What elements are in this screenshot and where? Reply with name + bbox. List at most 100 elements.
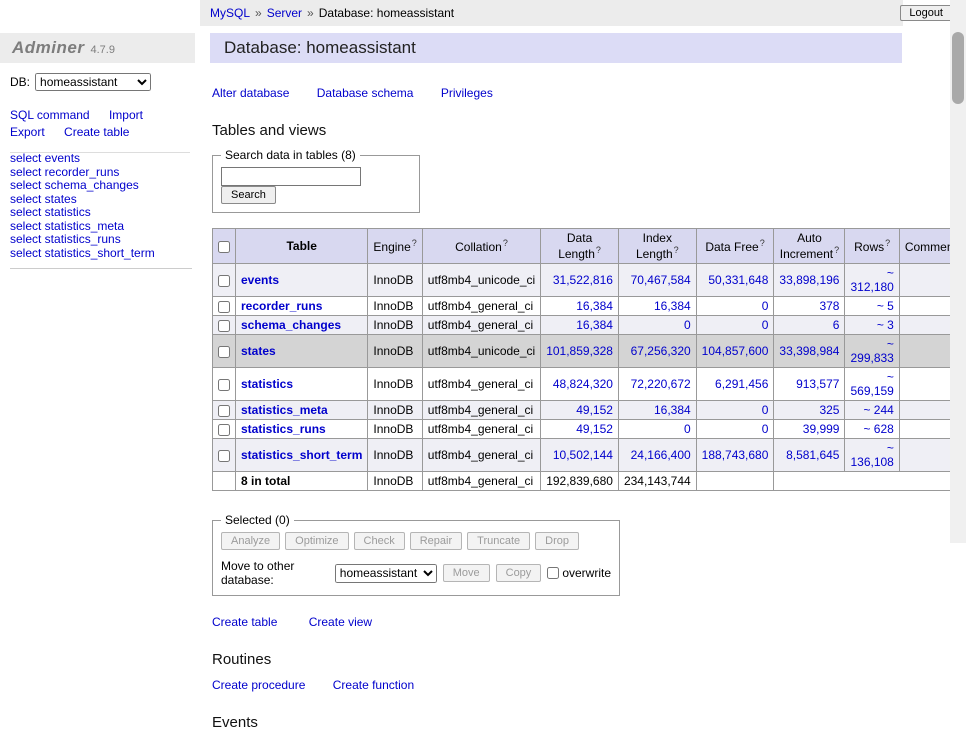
table-link[interactable]: states [241, 344, 276, 358]
data-length-link[interactable]: 31,522,816 [553, 273, 613, 287]
row-checkbox[interactable] [218, 405, 230, 417]
auto-increment-link[interactable]: 33,398,984 [779, 344, 839, 358]
sidebar-item-select-recorder-runs[interactable]: select recorder_runs [10, 166, 192, 179]
column-help-link[interactable]: ? [412, 238, 417, 248]
index-length-link[interactable]: 24,166,400 [631, 448, 691, 462]
sidebar-item-select-states[interactable]: select states [10, 193, 192, 206]
move-button[interactable]: Move [443, 564, 490, 582]
column-help-link[interactable]: ? [596, 245, 601, 255]
row-checkbox[interactable] [218, 424, 230, 436]
create-function-link[interactable]: Create function [333, 678, 414, 692]
index-length-link[interactable]: 70,467,584 [631, 273, 691, 287]
auto-increment-link[interactable]: 33,898,196 [779, 273, 839, 287]
column-help-link[interactable]: ? [503, 238, 508, 248]
search-button[interactable]: Search [221, 186, 276, 204]
vertical-scrollbar[interactable] [950, 0, 966, 543]
table-link[interactable]: schema_changes [241, 318, 341, 332]
data-free-link[interactable]: 0 [762, 403, 769, 417]
sidebar-item-select-events[interactable]: select events [10, 152, 192, 165]
breadcrumb-mysql-link[interactable]: MySQL [210, 6, 250, 20]
data-length-link[interactable]: 49,152 [576, 403, 613, 417]
data-free-link[interactable]: 104,857,600 [702, 344, 769, 358]
table-link[interactable]: statistics_short_term [241, 448, 362, 462]
logout-button[interactable]: Logout [900, 5, 952, 21]
select-all-checkbox[interactable] [218, 241, 230, 253]
move-database-select[interactable]: homeassistant [335, 564, 437, 583]
sidebar-item-select-statistics-short-term[interactable]: select statistics_short_term [10, 247, 192, 260]
auto-increment-link[interactable]: 378 [819, 299, 839, 313]
data-free-link[interactable]: 188,743,680 [702, 448, 769, 462]
data-length-link[interactable]: 10,502,144 [553, 448, 613, 462]
rows-link[interactable]: ~ 244 [863, 403, 893, 417]
privileges-link[interactable]: Privileges [441, 86, 493, 100]
auto-increment-link[interactable]: 6 [833, 318, 840, 332]
row-checkbox[interactable] [218, 379, 230, 391]
db-select[interactable]: homeassistant [35, 73, 151, 91]
check-button[interactable]: Check [354, 532, 405, 550]
sidebar-sql-command-link[interactable]: SQL command [10, 108, 90, 122]
database-schema-link[interactable]: Database schema [317, 86, 414, 100]
breadcrumb-server-link[interactable]: Server [267, 6, 302, 20]
sidebar-item-select-schema-changes[interactable]: select schema_changes [10, 179, 192, 192]
alter-database-link[interactable]: Alter database [212, 86, 289, 100]
index-length-link[interactable]: 0 [684, 318, 691, 332]
data-free-link[interactable]: 0 [762, 318, 769, 332]
rows-link[interactable]: ~ 628 [863, 422, 893, 436]
data-length-link[interactable]: 49,152 [576, 422, 613, 436]
sidebar-create-table-link[interactable]: Create table [64, 125, 129, 139]
column-help-link[interactable]: ? [674, 245, 679, 255]
index-length-link[interactable]: 67,256,320 [631, 344, 691, 358]
sidebar-import-link[interactable]: Import [109, 108, 143, 122]
auto-increment-link[interactable]: 913,577 [796, 377, 839, 391]
table-link[interactable]: events [241, 273, 279, 287]
repair-button[interactable]: Repair [410, 532, 462, 550]
data-length-link[interactable]: 48,824,320 [553, 377, 613, 391]
table-link[interactable]: statistics_runs [241, 422, 326, 436]
rows-link[interactable]: ~ 299,833 [850, 337, 893, 365]
data-free-link[interactable]: 0 [762, 422, 769, 436]
index-length-link[interactable]: 16,384 [654, 299, 691, 313]
data-free-link[interactable]: 0 [762, 299, 769, 313]
analyze-button[interactable]: Analyze [221, 532, 280, 550]
overwrite-checkbox[interactable] [547, 567, 559, 579]
auto-increment-link[interactable]: 39,999 [803, 422, 840, 436]
row-checkbox[interactable] [218, 301, 230, 313]
create-procedure-link[interactable]: Create procedure [212, 678, 305, 692]
rows-link[interactable]: ~ 3 [877, 318, 894, 332]
auto-increment-link[interactable]: 8,581,645 [786, 448, 839, 462]
sidebar-item-select-statistics-runs[interactable]: select statistics_runs [10, 233, 192, 246]
row-checkbox[interactable] [218, 320, 230, 332]
data-length-link[interactable]: 101,859,328 [546, 344, 613, 358]
drop-button[interactable]: Drop [535, 532, 579, 550]
create-view-link[interactable]: Create view [309, 615, 372, 629]
data-free-link[interactable]: 6,291,456 [715, 377, 768, 391]
column-help-link[interactable]: ? [834, 245, 839, 255]
table-link[interactable]: recorder_runs [241, 299, 322, 313]
data-length-link[interactable]: 16,384 [576, 318, 613, 332]
column-help-link[interactable]: ? [885, 238, 890, 248]
auto-increment-link[interactable]: 325 [819, 403, 839, 417]
index-length-link[interactable]: 16,384 [654, 403, 691, 417]
sidebar-item-select-statistics-meta[interactable]: select statistics_meta [10, 220, 192, 233]
sidebar-item-select-statistics[interactable]: select statistics [10, 206, 192, 219]
index-length-link[interactable]: 72,220,672 [631, 377, 691, 391]
optimize-button[interactable]: Optimize [285, 532, 348, 550]
data-length-link[interactable]: 16,384 [576, 299, 613, 313]
scrollbar-thumb[interactable] [952, 32, 964, 104]
column-help-link[interactable]: ? [760, 238, 765, 248]
data-free-link[interactable]: 50,331,648 [708, 273, 768, 287]
index-length-link[interactable]: 0 [684, 422, 691, 436]
table-link[interactable]: statistics_meta [241, 403, 328, 417]
row-checkbox[interactable] [218, 450, 230, 462]
rows-link[interactable]: ~ 569,159 [850, 370, 893, 398]
row-checkbox[interactable] [218, 346, 230, 358]
rows-link[interactable]: ~ 312,180 [850, 266, 893, 294]
rows-link[interactable]: ~ 136,108 [850, 441, 893, 469]
rows-link[interactable]: ~ 5 [877, 299, 894, 313]
copy-button[interactable]: Copy [496, 564, 542, 582]
search-input[interactable] [221, 167, 361, 186]
row-checkbox[interactable] [218, 275, 230, 287]
sidebar-export-link[interactable]: Export [10, 125, 45, 139]
create-table-link[interactable]: Create table [212, 615, 277, 629]
truncate-button[interactable]: Truncate [467, 532, 530, 550]
